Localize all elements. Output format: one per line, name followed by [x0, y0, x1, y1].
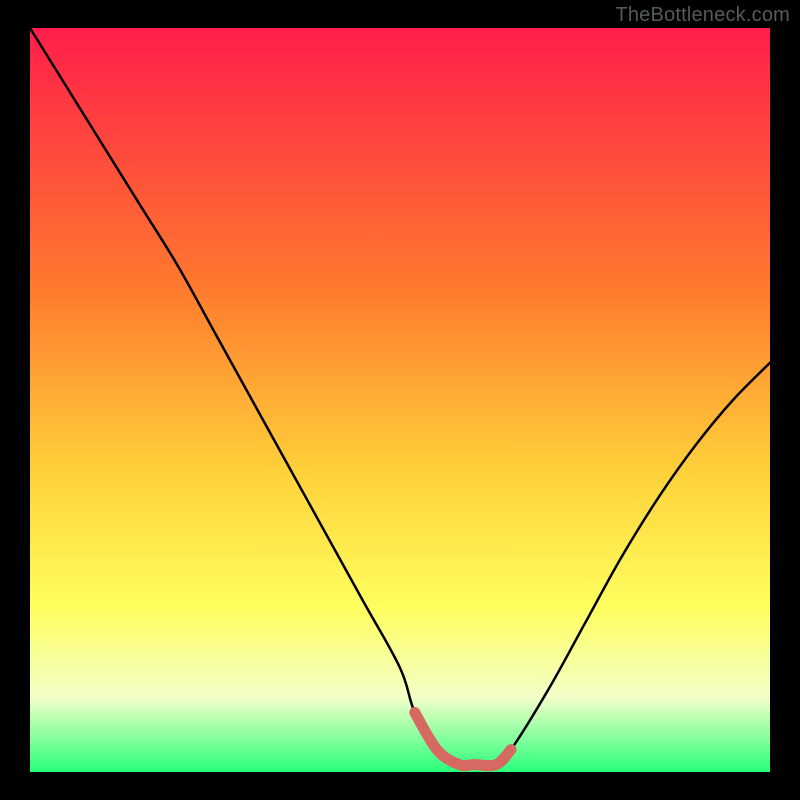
chart-stage: TheBottleneck.com	[0, 0, 800, 800]
watermark-text: TheBottleneck.com	[615, 4, 790, 27]
bottleneck-chart	[0, 0, 800, 800]
gradient-background	[30, 28, 770, 772]
